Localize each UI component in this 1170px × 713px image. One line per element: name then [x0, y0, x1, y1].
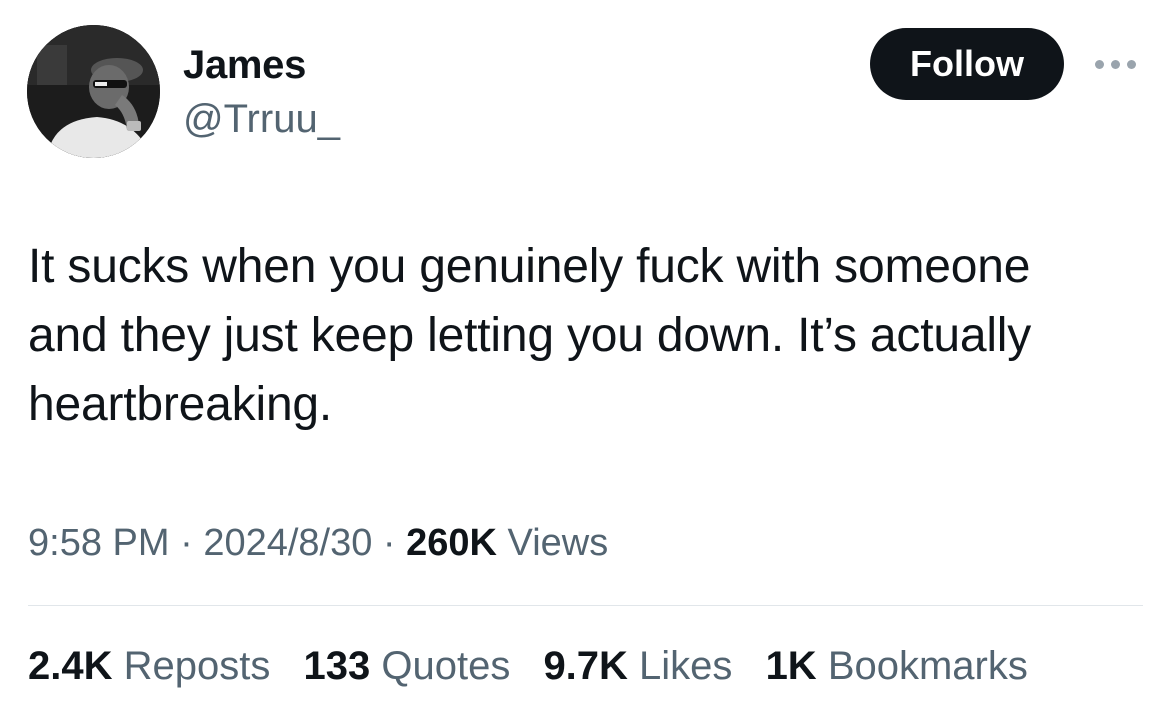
tweet-text: It sucks when you genuinely fuck with so…	[28, 240, 1032, 431]
stat-reposts[interactable]: 2.4K Reposts	[28, 640, 270, 692]
avatar[interactable]	[27, 25, 160, 158]
stat-quotes[interactable]: 133 Quotes	[303, 640, 510, 692]
likes-count: 9.7K	[543, 644, 628, 688]
tweet-meta: 9:58 PM · 2024/8/30 · 260K Views	[28, 518, 608, 568]
meta-separator: ·	[372, 522, 407, 564]
stat-bookmarks[interactable]: 1K Bookmarks	[766, 640, 1028, 692]
meta-separator: ·	[169, 522, 204, 564]
quotes-label: Quotes	[370, 644, 511, 688]
author-name[interactable]: James	[183, 42, 306, 88]
views-label: Views	[497, 522, 609, 564]
views-count: 260K	[406, 522, 497, 564]
quotes-count: 133	[303, 644, 371, 688]
bookmarks-label: Bookmarks	[816, 644, 1028, 688]
likes-label: Likes	[627, 644, 733, 688]
engagement-stats: 2.4K Reposts 133 Quotes 9.7K Likes 1K Bo…	[28, 640, 1050, 692]
reposts-count: 2.4K	[28, 644, 113, 688]
stat-likes[interactable]: 9.7K Likes	[543, 640, 732, 692]
tweet-card: James @Trruu_ Follow It sucks when you g…	[0, 0, 1170, 713]
tweet-date[interactable]: 2024/8/30	[203, 522, 372, 564]
tweet-time[interactable]: 9:58 PM	[28, 522, 170, 564]
profile-photo-icon	[27, 25, 160, 158]
bookmarks-count: 1K	[765, 644, 817, 688]
follow-button[interactable]: Follow	[870, 28, 1064, 100]
divider	[28, 605, 1143, 606]
author-handle[interactable]: @Trruu_	[183, 96, 340, 142]
reposts-label: Reposts	[112, 644, 271, 688]
more-dots-icon[interactable]	[1092, 52, 1140, 76]
